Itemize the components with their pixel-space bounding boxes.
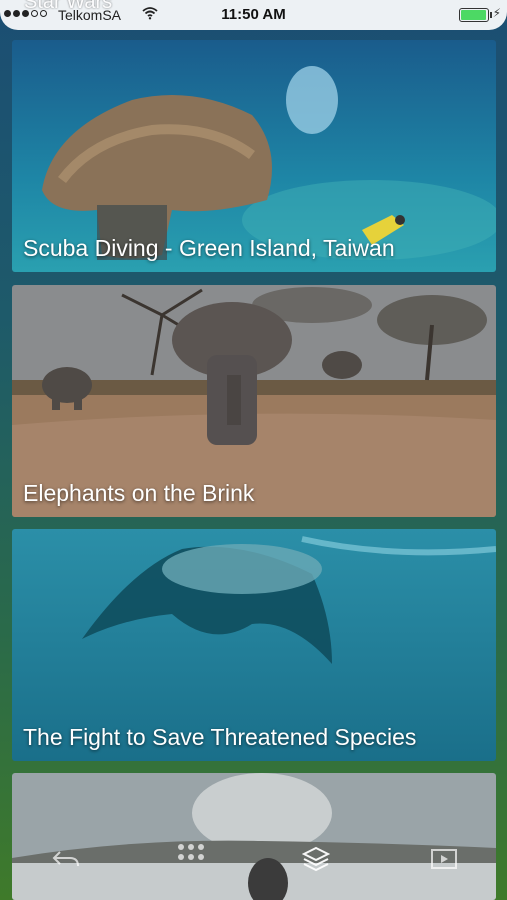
bottom-toolbar <box>0 838 507 882</box>
card-title: Elephants on the Brink <box>23 480 255 506</box>
card-title: Scuba Diving - Green Island, Taiwan <box>23 235 395 261</box>
video-card-threatened-species[interactable]: The Fight to Save Threatened Species <box>12 529 496 761</box>
battery-icon <box>459 8 492 22</box>
video-card-elephants[interactable]: Elephants on the Brink <box>12 285 496 517</box>
back-arrow-icon[interactable] <box>52 848 80 875</box>
layers-icon[interactable] <box>301 846 331 877</box>
card-title: The Fight to Save Threatened Species <box>23 724 417 750</box>
play-icon[interactable] <box>430 848 458 875</box>
video-card-scuba[interactable]: Scuba Diving - Green Island, Taiwan <box>12 40 496 272</box>
charging-bolt-icon: ⚡ <box>492 6 501 20</box>
more-dots-icon[interactable] <box>176 842 206 867</box>
page-title: Star Wars <box>24 0 113 13</box>
